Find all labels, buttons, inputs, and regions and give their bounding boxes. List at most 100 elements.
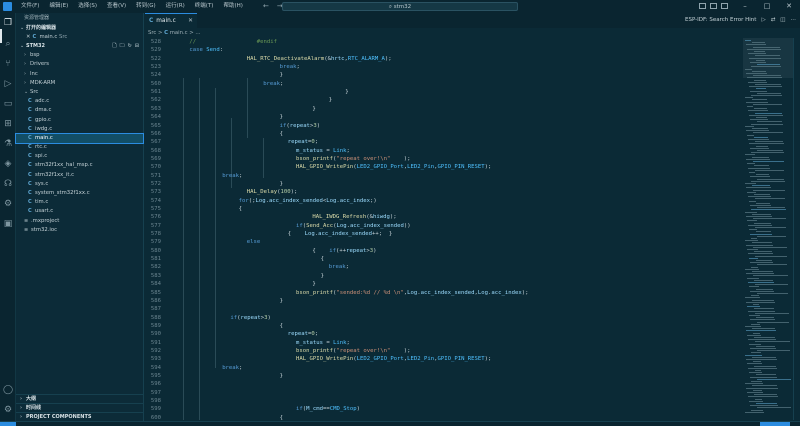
chip-icon[interactable]: ▣ [3, 219, 13, 229]
explorer-icon[interactable]: ❐ [3, 18, 13, 28]
split-editor-icon[interactable]: ◫ [780, 13, 785, 28]
back-arrow-icon[interactable]: ← [263, 2, 269, 10]
esp-idf-search-hint[interactable]: ESP-IDF: Search Error Hint [685, 13, 756, 28]
menu-item[interactable]: 运行(R) [161, 0, 190, 13]
file-item[interactable]: Cusart.c [16, 207, 143, 216]
run-icon[interactable]: ▷ [761, 13, 765, 28]
project-section[interactable]: ⌄ STM32 🗋 🗀 ↻ ⊟ [16, 42, 143, 51]
minimap-line [752, 242, 772, 244]
minimap-line [757, 378, 791, 380]
code-token: HAL_Delay [246, 189, 278, 196]
file-item[interactable]: Cspi.c [16, 152, 143, 161]
esp-idf-icon[interactable]: ◈ [3, 159, 13, 169]
minimap-line [755, 227, 786, 228]
new-file-icon[interactable]: 🗋 [113, 42, 117, 51]
minimap-line [757, 321, 789, 323]
file-item[interactable]: Cgpio.c [16, 116, 143, 125]
minimap-line [745, 297, 760, 299]
more-actions-icon[interactable]: ⋯ [791, 13, 797, 28]
close-icon[interactable]: ✕ [26, 34, 30, 40]
collapsed-section[interactable]: › 大纲 [16, 394, 144, 403]
folder-item[interactable]: › MDK-ARM [16, 79, 143, 88]
code-token: repeat [289, 122, 310, 129]
file-item[interactable]: Cadc.c [16, 97, 143, 106]
folder-item[interactable]: ⌄ Src [16, 88, 143, 97]
refresh-icon[interactable]: ↻ [128, 42, 132, 51]
code-token: == [322, 406, 330, 413]
menu-item[interactable]: 终端(T) [190, 0, 219, 13]
testing-icon[interactable]: ⚗ [3, 139, 13, 149]
editor-tabs: Cmain.c ✕ ESP-IDF: Search Error Hint ▷ ⇄… [145, 13, 800, 28]
collapsed-section[interactable]: › PROJECT COMPONENTS [16, 412, 144, 421]
compare-icon[interactable]: ⇄ [771, 13, 776, 28]
status-badge[interactable] [760, 422, 790, 426]
toggle-sidebar-icon[interactable] [699, 3, 706, 9]
serial-monitor-icon[interactable]: ⚙ [3, 199, 13, 209]
file-item[interactable]: Cstm32f1xx_it.c [16, 171, 143, 180]
breadcrumb-file[interactable]: main.c [170, 30, 188, 36]
close-tab-icon[interactable]: ✕ [188, 14, 193, 28]
file-item[interactable]: Ciwdg.c [16, 125, 143, 134]
activity-bar: ❐ ⌕ ⑂ ▷ ▭ ⊞ ⚗ ◈ ☊ ⚙ ▣ ◯ ⚙ [0, 13, 16, 426]
search-view-icon[interactable]: ⌕ [3, 39, 13, 49]
open-editor-filename: main.c [39, 34, 58, 40]
toggle-secondary-sidebar-icon[interactable] [721, 3, 728, 9]
folder-label: Src [30, 88, 39, 95]
folder-item[interactable]: › bsp [16, 51, 143, 60]
breadcrumb-tail[interactable]: ... [195, 30, 200, 36]
code-token: Send_Acc [306, 222, 334, 229]
file-item[interactable]: Csys.c [16, 180, 143, 189]
line-number: 583 [150, 272, 161, 279]
run-debug-icon[interactable]: ▷ [3, 79, 13, 89]
file-item[interactable]: Crtc.c [16, 143, 143, 152]
command-center-search[interactable]: ⌕ stm32 [282, 2, 518, 11]
editor-scrollbar[interactable] [793, 38, 800, 420]
file-item[interactable]: Cmain.c [15, 132, 144, 145]
breadcrumb-folder[interactable]: Src [148, 30, 156, 36]
accounts-icon[interactable]: ◯ [3, 385, 13, 395]
menu-item[interactable]: 文件(F) [16, 0, 44, 13]
collapsed-section[interactable]: › 时间线 [16, 403, 144, 412]
collapse-all-icon[interactable]: ⊟ [135, 42, 139, 51]
file-item[interactable]: ≡ .mxproject [16, 217, 143, 226]
menu-item[interactable]: 帮助(H) [218, 0, 247, 13]
manage-gear-icon[interactable]: ⚙ [3, 405, 13, 415]
open-editors-section[interactable]: ⌄ 打开的编辑器 [16, 24, 143, 33]
source-control-icon[interactable]: ⑂ [3, 59, 13, 69]
folder-item[interactable]: › Drivers [16, 60, 143, 69]
toggle-panel-icon[interactable] [710, 3, 717, 9]
folder-item[interactable]: › Inc [16, 70, 143, 79]
remote-explorer-icon[interactable]: ▭ [3, 99, 13, 109]
file-item[interactable]: ≡ stm32.ioc [16, 226, 143, 235]
menu-item[interactable]: 选择(S) [73, 0, 102, 13]
file-item[interactable]: Cdma.c [16, 106, 143, 115]
code-line: 597 [145, 389, 743, 397]
tab-main-c[interactable]: Cmain.c ✕ [145, 13, 197, 28]
file-item[interactable]: Ctim.c [16, 198, 143, 207]
minimize-icon[interactable]: – [734, 0, 756, 13]
code-line: 565 if(repeat>3) [145, 122, 743, 130]
code-line: 576 HAL_IWDG_Refresh(&hiwdg); [145, 213, 743, 221]
code-token: Link [333, 147, 347, 154]
file-item[interactable]: Cstm32f1xx_hal_msp.c [16, 161, 143, 170]
menu-item[interactable]: 编辑(E) [44, 0, 73, 13]
minimap-line [750, 405, 778, 407]
code-token: LED2_GPIO_Port [356, 164, 404, 171]
code-token: if [329, 247, 336, 254]
code-text: m_status = Link; [296, 147, 350, 155]
close-window-icon[interactable]: ✕ [778, 0, 800, 13]
platformio-icon[interactable]: ☊ [3, 179, 13, 189]
line-number: 594 [150, 364, 161, 371]
menu-item[interactable]: 查看(V) [102, 0, 131, 13]
menu-item[interactable]: 转到(G) [131, 0, 161, 13]
open-editor-item[interactable]: ✕ Cmain.c Src [16, 33, 143, 42]
maximize-icon[interactable]: □ [756, 0, 778, 13]
new-folder-icon[interactable]: 🗀 [120, 42, 125, 51]
extensions-icon[interactable]: ⊞ [3, 119, 13, 129]
minimap[interactable] [743, 38, 793, 420]
minimap-line [750, 290, 774, 292]
remote-indicator[interactable] [0, 422, 16, 426]
code-line: 598 [145, 397, 743, 405]
code-editor[interactable]: 528 // #endif 529 case Send: 522 HAL_RTC_Deac… [145, 38, 743, 420]
file-item[interactable]: Csystem_stm32f1xx.c [16, 189, 143, 198]
